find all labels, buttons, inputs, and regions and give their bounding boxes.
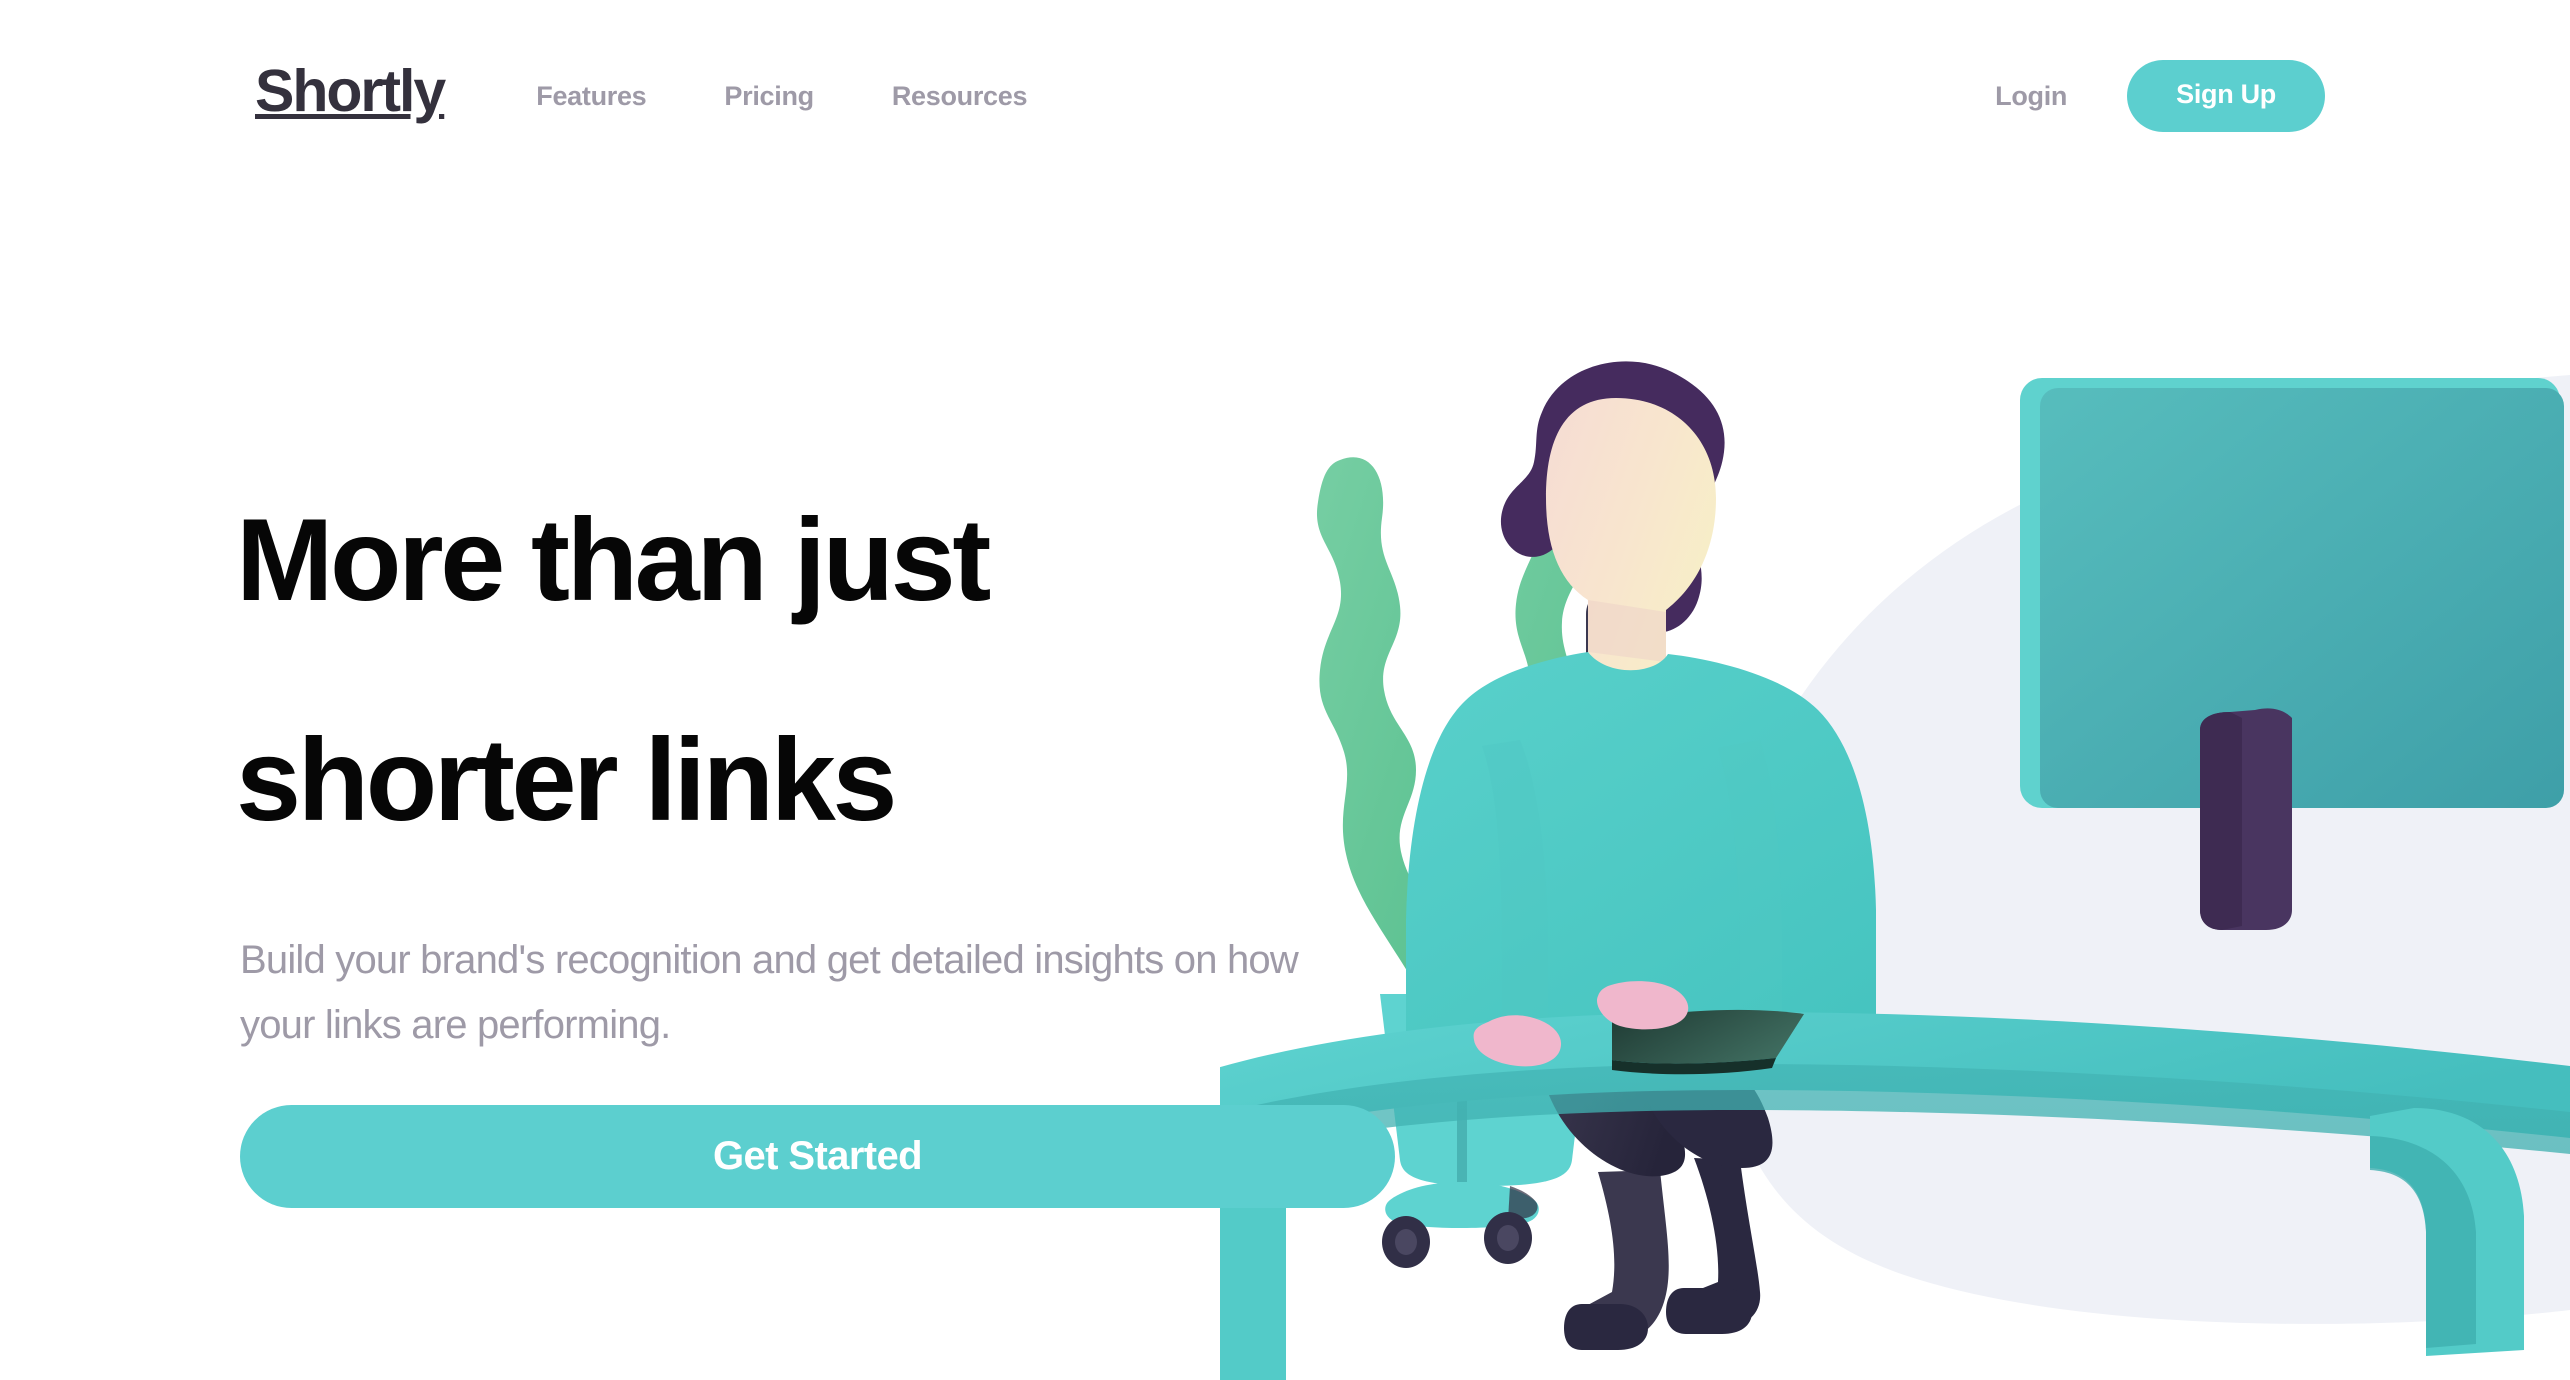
- navbar-actions: Login Sign Up: [1985, 60, 2325, 132]
- chair-post: [1457, 1070, 1467, 1206]
- monitor-screen: [2040, 388, 2564, 808]
- person-shoe-back: [1564, 1304, 1648, 1350]
- hero-illustration: [1220, 270, 2570, 1380]
- background-blob-shape: [1711, 375, 2570, 1324]
- person-hand-right: [1596, 981, 1689, 1030]
- person-thigh-back: [1539, 1039, 1686, 1177]
- chair-legs: [1385, 1182, 1539, 1228]
- plant-pot-shadow: [1420, 979, 1544, 1017]
- chair-wheel-right-inner: [1497, 1225, 1519, 1251]
- person-legs-group: [1539, 1033, 1773, 1350]
- person-hair: [1500, 361, 1725, 633]
- person-leg-front: [1688, 1158, 1761, 1326]
- hero-section: More than just shorter links Build your …: [236, 450, 1395, 1208]
- chair-wheel-right: [1484, 1212, 1532, 1264]
- person-shoe-front: [1666, 1288, 1752, 1334]
- office-chair-base: [1382, 1070, 1539, 1268]
- person-hand-left: [1473, 1015, 1562, 1067]
- monitor-group: [2020, 378, 2564, 930]
- desk-leg-right: [2370, 1108, 2524, 1356]
- person-group: [1406, 361, 1876, 1042]
- plant-pot-rim: [1388, 1058, 1584, 1082]
- login-link[interactable]: Login: [1985, 75, 2077, 118]
- person-thigh-front: [1632, 1033, 1773, 1168]
- hero-title-line-2: shorter links: [236, 713, 897, 845]
- nav-link-features[interactable]: Features: [536, 81, 646, 112]
- keyboard-edge: [1612, 1058, 1776, 1075]
- logo-shortly[interactable]: Shortly: [255, 61, 446, 121]
- plant-leaf-right: [1454, 474, 1595, 991]
- sign-up-button[interactable]: Sign Up: [2127, 60, 2325, 132]
- hero-subtitle: Build your brand's recognition and get d…: [240, 937, 1299, 1047]
- chair-leg-right-dark: [1508, 1186, 1538, 1220]
- keyboard: [1612, 1009, 1804, 1064]
- nav-link-pricing[interactable]: Pricing: [724, 81, 814, 112]
- desk-leg-right-shade: [2370, 1136, 2476, 1348]
- person-neck-shadow: [1588, 600, 1666, 662]
- nav-link-resources[interactable]: Resources: [892, 81, 1028, 112]
- plant-pot: [1380, 994, 1592, 1186]
- person-face: [1546, 398, 1716, 694]
- landing-page: Shortly Features Pricing Resources Login…: [0, 0, 2570, 1380]
- hero-title: More than just shorter links: [236, 450, 1395, 890]
- hero-title-line-1: More than just: [236, 494, 991, 625]
- chair-wheel-left: [1382, 1216, 1430, 1268]
- get-started-button[interactable]: Get Started: [240, 1104, 1395, 1208]
- desk-top-shade: [1220, 1064, 2570, 1156]
- navbar: Shortly Features Pricing Resources Login…: [0, 0, 2570, 190]
- chair-wheel-left-inner: [1395, 1229, 1417, 1255]
- monitor-stand: [2200, 708, 2292, 930]
- person-sweater: [1406, 652, 1876, 1042]
- office-chair-back: [1586, 588, 1640, 940]
- desk-group: [1220, 1012, 2570, 1380]
- primary-navigation: Features Pricing Resources: [536, 81, 1027, 112]
- person-leg-back: [1586, 1170, 1669, 1340]
- monitor-back-panel: [2020, 378, 2560, 808]
- monitor-stand-edge: [2200, 712, 2242, 930]
- person-sweater-fold-right: [1718, 740, 1782, 1042]
- desk-top: [1220, 1012, 2570, 1140]
- keyboard-and-hands: [1473, 981, 1804, 1075]
- person-sweater-fold: [1482, 740, 1548, 1042]
